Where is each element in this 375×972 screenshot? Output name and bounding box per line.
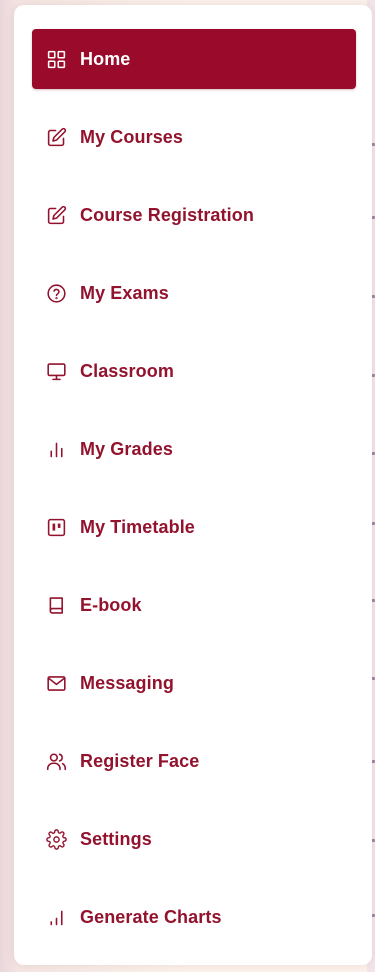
grid-icon <box>45 48 67 70</box>
book-icon <box>45 594 67 616</box>
menu-item-classroom[interactable]: Classroom <box>32 341 356 401</box>
help-circle-icon <box>45 282 67 304</box>
menu-item-home[interactable]: Home <box>32 29 356 89</box>
menu-item-label: Classroom <box>80 360 174 381</box>
menu-item-e-book[interactable]: E-book <box>32 575 356 635</box>
menu-item-messaging[interactable]: Messaging <box>32 653 356 713</box>
bar-chart-icon <box>45 906 67 928</box>
menu-item-label: My Exams <box>80 282 169 303</box>
menu-item-label: Home <box>80 48 131 69</box>
menu-item-label: Register Face <box>80 750 200 771</box>
edit-icon <box>45 204 67 226</box>
monitor-icon <box>45 360 67 382</box>
menu-item-label: Course Registration <box>80 204 254 225</box>
menu-item-label: Generate Charts <box>80 906 222 927</box>
menu-item-label: My Courses <box>80 126 184 147</box>
menu-item-label: E-book <box>80 594 142 615</box>
menu-item-label: Settings <box>80 828 152 849</box>
menu-item-label: My Timetable <box>80 516 195 537</box>
menu-item-settings[interactable]: Settings <box>32 809 356 869</box>
kanban-icon <box>45 516 67 538</box>
menu-item-label: Messaging <box>80 672 174 693</box>
gear-icon <box>45 828 67 850</box>
sidebar-menu: Home My Courses Course Registration My E… <box>14 5 372 965</box>
bar-chart-icon <box>45 438 67 460</box>
menu-item-label: My Grades <box>80 438 173 459</box>
menu-item-my-exams[interactable]: My Exams <box>32 263 356 323</box>
menu-item-course-registration[interactable]: Course Registration <box>32 185 356 245</box>
menu-item-my-courses[interactable]: My Courses <box>32 107 356 167</box>
menu-item-my-timetable[interactable]: My Timetable <box>32 497 356 557</box>
mail-icon <box>45 672 67 694</box>
users-icon <box>45 750 67 772</box>
menu-item-my-grades[interactable]: My Grades <box>32 419 356 479</box>
menu-item-generate-charts[interactable]: Generate Charts <box>32 887 356 947</box>
edit-icon <box>45 126 67 148</box>
menu-item-register-face[interactable]: Register Face <box>32 731 356 791</box>
